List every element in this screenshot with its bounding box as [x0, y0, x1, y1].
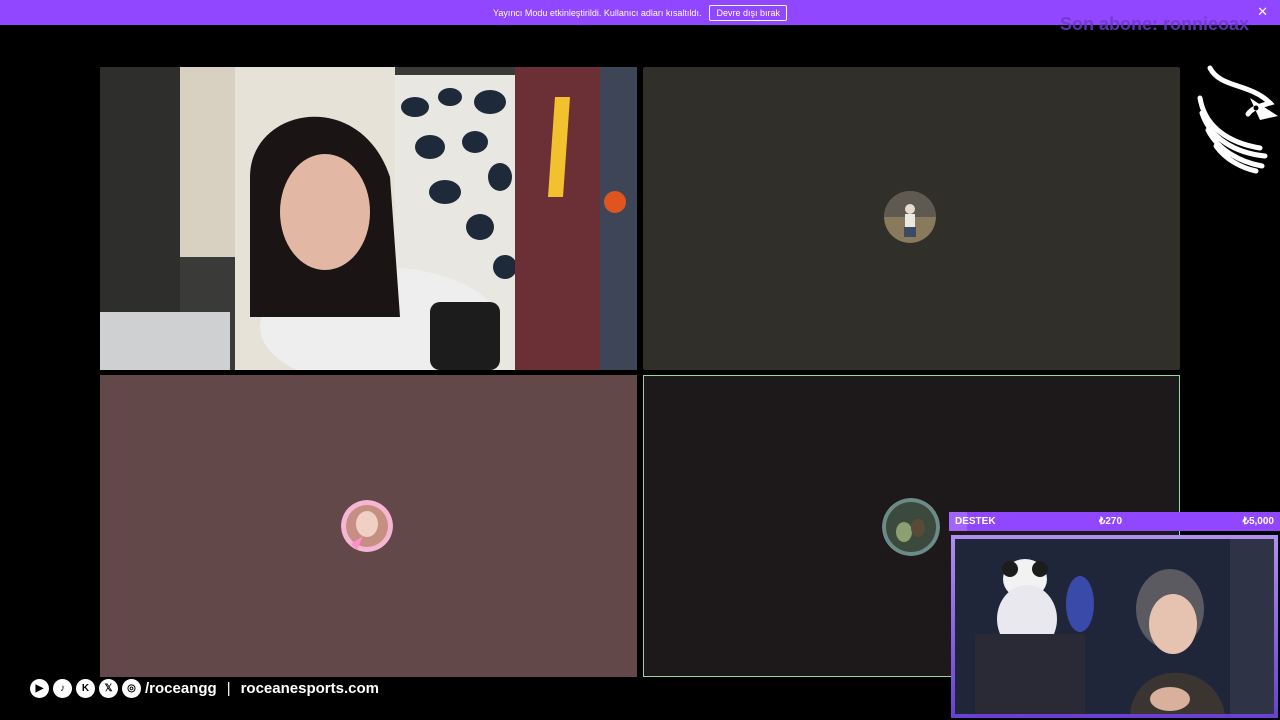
- dragon-logo-icon: [1197, 65, 1278, 174]
- website-link: roceanesports.com: [240, 679, 379, 697]
- video-tile-1[interactable]: [100, 67, 637, 370]
- banner-message: Yayıncı Modu etkinleştirildi. Kullanıcı …: [493, 7, 702, 18]
- x-icon[interactable]: 𝕏: [99, 678, 118, 698]
- social-handle: /roceangg: [145, 679, 217, 697]
- participant-avatar: [882, 498, 940, 556]
- separator: |: [226, 679, 231, 697]
- donation-goal-bar: DESTEK ₺270 ₺5,000: [949, 512, 1280, 531]
- webcam-video: [955, 539, 1274, 714]
- donation-current: ₺270: [1099, 516, 1123, 527]
- close-icon[interactable]: ✕: [1257, 5, 1268, 19]
- video-tile-3[interactable]: [100, 375, 637, 677]
- participant-video: [100, 67, 637, 370]
- streamer-webcam: [951, 535, 1278, 718]
- participant-avatar: [884, 191, 936, 243]
- last-subscriber-text: Son abone: ronnieoax: [1060, 14, 1250, 34]
- instagram-icon[interactable]: ◎: [122, 678, 141, 698]
- social-links-bar: ▶ ♪ K 𝕏 ◎ /roceangg | roceanesports.com: [30, 677, 379, 699]
- kick-icon[interactable]: K: [76, 678, 95, 698]
- video-tile-2[interactable]: [643, 67, 1180, 370]
- donation-goal: ₺5,000: [1242, 516, 1274, 527]
- disable-streamer-mode-button[interactable]: Devre dışı bırak: [709, 4, 787, 21]
- tiktok-icon[interactable]: ♪: [53, 678, 72, 698]
- youtube-icon[interactable]: ▶: [30, 678, 49, 698]
- participant-avatar: [341, 500, 393, 552]
